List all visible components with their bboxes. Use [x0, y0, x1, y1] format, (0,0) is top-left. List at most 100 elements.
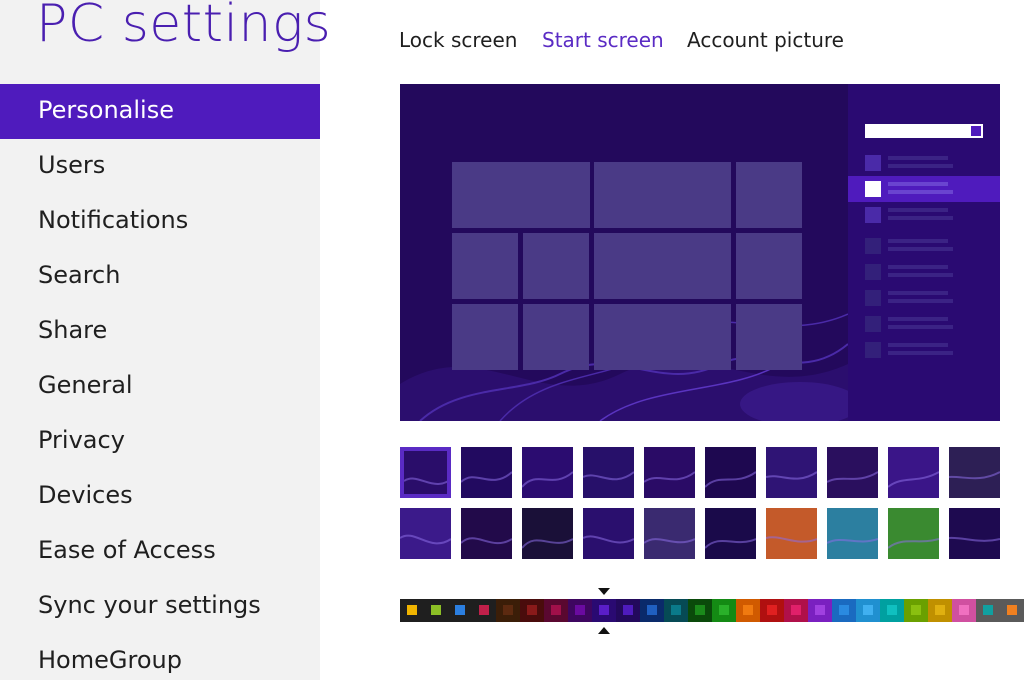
background-thumbnail[interactable]: [888, 447, 939, 498]
preview-search-box: [865, 124, 983, 138]
background-thumbnail[interactable]: [400, 447, 451, 498]
preview-app-row: [848, 311, 1000, 337]
sidebar-item-devices[interactable]: Devices: [0, 469, 320, 524]
preview-tile: [523, 304, 589, 370]
color-swatch-dot: [527, 605, 537, 615]
color-swatch[interactable]: [832, 599, 856, 622]
color-swatch[interactable]: [496, 599, 520, 622]
color-swatch-dot: [743, 605, 753, 615]
color-swatch[interactable]: [856, 599, 880, 622]
preview-app-row: [848, 337, 1000, 363]
color-swatch[interactable]: [928, 599, 952, 622]
color-swatch-dot: [983, 605, 993, 615]
color-swatch-dot: [479, 605, 489, 615]
color-swatch[interactable]: [952, 599, 976, 622]
color-swatch[interactable]: [640, 599, 664, 622]
background-thumbnail[interactable]: [522, 508, 573, 559]
color-swatch[interactable]: [520, 599, 544, 622]
color-swatch[interactable]: [976, 599, 1000, 622]
color-swatch-dot: [959, 605, 969, 615]
preview-tile: [736, 162, 802, 228]
sidebar: PC settings Personalise Users Notificati…: [0, 0, 331, 680]
sidebar-nav: Personalise Users Notifications Search S…: [0, 84, 320, 689]
color-swatch[interactable]: [688, 599, 712, 622]
color-swatch[interactable]: [472, 599, 496, 622]
preview-tile: [452, 304, 518, 370]
background-thumbnail[interactable]: [766, 508, 817, 559]
background-thumbnail[interactable]: [583, 508, 634, 559]
background-thumbnail[interactable]: [888, 508, 939, 559]
color-swatch[interactable]: [568, 599, 592, 622]
color-swatch[interactable]: [448, 599, 472, 622]
preview-app-row: [848, 150, 1000, 176]
color-swatch[interactable]: [1000, 599, 1024, 622]
color-swatch-dot: [431, 605, 441, 615]
background-thumbnail[interactable]: [461, 508, 512, 559]
color-swatch-dot: [671, 605, 681, 615]
background-thumbnail[interactable]: [400, 508, 451, 559]
color-swatch[interactable]: [592, 599, 616, 622]
sidebar-item-homegroup[interactable]: HomeGroup: [0, 634, 320, 689]
color-swatch[interactable]: [760, 599, 784, 622]
background-thumbnail[interactable]: [644, 508, 695, 559]
color-swatch[interactable]: [736, 599, 760, 622]
sidebar-item-sync-settings[interactable]: Sync your settings: [0, 579, 320, 634]
color-swatch[interactable]: [784, 599, 808, 622]
color-swatch-dot: [911, 605, 921, 615]
preview-search-pane: [848, 84, 1000, 421]
preview-tile: [594, 233, 731, 299]
sidebar-item-share[interactable]: Share: [0, 304, 320, 359]
sidebar-item-users[interactable]: Users: [0, 139, 320, 194]
color-swatch[interactable]: [808, 599, 832, 622]
color-swatch-dot: [767, 605, 777, 615]
color-swatch[interactable]: [904, 599, 928, 622]
preview-app-row: [848, 259, 1000, 285]
background-thumbnail[interactable]: [461, 447, 512, 498]
sidebar-item-search[interactable]: Search: [0, 249, 320, 304]
color-swatch[interactable]: [400, 599, 424, 622]
background-thumbnail[interactable]: [827, 447, 878, 498]
background-thumbnail[interactable]: [705, 447, 756, 498]
tab-account-picture[interactable]: Account picture: [687, 28, 844, 52]
sidebar-item-ease-of-access[interactable]: Ease of Access: [0, 524, 320, 579]
selected-color-marker-top: [598, 588, 610, 595]
background-thumbnail[interactable]: [766, 447, 817, 498]
background-thumbnail[interactable]: [522, 447, 573, 498]
background-thumbnail[interactable]: [949, 508, 1000, 559]
preview-app-row: [848, 202, 1000, 228]
background-thumbnail[interactable]: [705, 508, 756, 559]
color-swatch-dot: [575, 605, 585, 615]
color-swatch-dot: [815, 605, 825, 615]
color-swatch-dot: [887, 605, 897, 615]
background-thumbnail[interactable]: [949, 447, 1000, 498]
app-title: PC settings: [36, 0, 332, 54]
color-swatch[interactable]: [664, 599, 688, 622]
sidebar-item-notifications[interactable]: Notifications: [0, 194, 320, 249]
preview-tile: [523, 233, 589, 299]
background-thumbnail[interactable]: [827, 508, 878, 559]
background-thumbnail[interactable]: [644, 447, 695, 498]
color-swatch-dot: [599, 605, 609, 615]
preview-app-row: [848, 285, 1000, 311]
sidebar-item-general[interactable]: General: [0, 359, 320, 414]
tab-start-screen[interactable]: Start screen: [542, 28, 664, 52]
sidebar-item-privacy[interactable]: Privacy: [0, 414, 320, 469]
color-swatch-dot: [503, 605, 513, 615]
color-swatch-dot: [647, 605, 657, 615]
color-swatch[interactable]: [544, 599, 568, 622]
color-swatch-dot: [863, 605, 873, 615]
background-thumbnail[interactable]: [583, 447, 634, 498]
color-swatch-dot: [551, 605, 561, 615]
color-swatch[interactable]: [712, 599, 736, 622]
start-screen-preview: [400, 84, 1000, 421]
color-swatch[interactable]: [424, 599, 448, 622]
color-swatch-dot: [455, 605, 465, 615]
preview-tile: [452, 162, 590, 228]
color-swatch-dot: [839, 605, 849, 615]
color-swatch-selected[interactable]: [616, 599, 640, 622]
color-swatch[interactable]: [880, 599, 904, 622]
selected-color-marker-bottom: [598, 627, 610, 634]
sidebar-item-personalise[interactable]: Personalise: [0, 84, 320, 139]
preview-tile: [736, 233, 802, 299]
tab-lock-screen[interactable]: Lock screen: [399, 28, 517, 52]
